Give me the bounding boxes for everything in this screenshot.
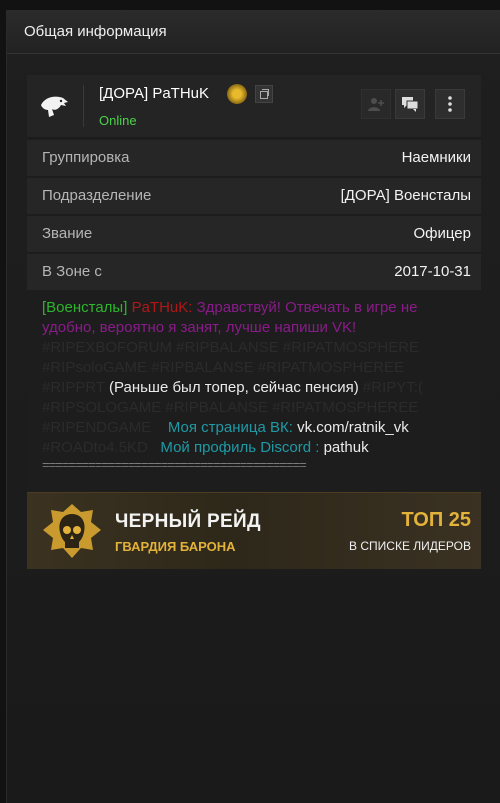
online-status: Online	[99, 113, 137, 128]
add-friend-icon	[368, 98, 384, 111]
info-row-zone-since: В Зоне с 2017-10-31	[27, 254, 481, 290]
player-card: [ДОРА] PaTHuK Online Группировка Наемник…	[27, 75, 481, 569]
raid-top-rank: ТОП 25	[401, 509, 471, 531]
row-value: Офицер	[413, 225, 472, 242]
clan-tag-text: [Военсталы]	[42, 299, 128, 316]
row-label: Звание	[42, 225, 93, 242]
hashtag-text: #RIPYT:(	[362, 379, 423, 396]
row-value: [ДОРА] Военсталы	[340, 187, 471, 204]
info-row-faction: Группировка Наемники	[27, 140, 481, 176]
more-icon	[448, 96, 452, 112]
about-line: [Военсталы] PaTHuK: Здравствуй! Отвечать…	[42, 298, 481, 318]
vk-value: vk.com/ratnik_vk	[297, 419, 409, 436]
general-info-panel: Общая информация [ДОРА] PaTHuK Online Гр…	[6, 10, 500, 803]
hashtag-line: #RIPsoloGAME #RIPBALANSE #RIPATMOSPHEREE	[42, 359, 405, 376]
hashtag-line: #RIPEXBOFORUM #RIPBALANSE #RIPATMOSPHERE	[42, 339, 420, 356]
chat-icon	[402, 97, 419, 112]
add-friend-button[interactable]	[361, 89, 391, 119]
more-options-button[interactable]	[435, 89, 465, 119]
text-divider: ========================================	[42, 457, 307, 472]
row-value: Наемники	[401, 149, 471, 166]
raid-subtitle: ГВАРДИЯ БАРОНА	[115, 539, 236, 554]
about-text: [Военсталы] PaTHuK: Здравствуй! Отвечать…	[27, 290, 481, 472]
raid-title: ЧЕРНЫЙ РЕЙД	[115, 511, 261, 532]
copy-icon[interactable]	[255, 85, 273, 103]
row-label: В Зоне с	[42, 263, 102, 280]
discord-label: Мой профиль Discord :	[160, 439, 320, 456]
skull-emblem-icon	[43, 504, 101, 558]
hashtag-line: #RIPSOLOGAME #RIPBALANSE #RIPATMOSPHEREE	[42, 399, 419, 416]
greeting-text: Здравствуй! Отвечать в игре не	[196, 299, 418, 316]
hashtag-text: #RIPPRT	[42, 379, 105, 396]
greeting-text-2: удобно, вероятно я занят, лучше напиши V…	[42, 319, 357, 336]
hashtag-text: #RIPENDGAME	[42, 419, 152, 436]
profile-divider	[83, 85, 84, 127]
discord-value: pathuk	[323, 439, 369, 456]
player-name-text: PaTHuK:	[131, 299, 193, 316]
panel-title: Общая информация	[7, 11, 500, 54]
row-label: Группировка	[42, 149, 130, 166]
rank-badge-icon	[227, 84, 247, 104]
row-value: 2017-10-31	[394, 263, 471, 280]
vk-label: Моя страница ВК:	[167, 419, 293, 436]
info-row-rank: Звание Офицер	[27, 216, 481, 252]
about-line: #RIPPRT (Раньше был топер, сейчас пенсия…	[42, 378, 481, 398]
raid-top-caption: В СПИСКЕ ЛИДЕРОВ	[349, 539, 471, 553]
eagle-clan-icon	[41, 96, 68, 117]
info-row-division: Подразделение [ДОРА] Военсталы	[27, 178, 481, 214]
chat-button[interactable]	[395, 89, 425, 119]
about-line: #RIPENDGAME Моя страница ВК: vk.com/ratn…	[42, 418, 481, 438]
player-username: [ДОРА] PaTHuK	[99, 85, 210, 102]
about-line: #ROADto4.5KD Мой профиль Discord : pathu…	[42, 438, 481, 458]
black-raid-banner: ЧЕРНЫЙ РЕЙД ГВАРДИЯ БАРОНА ТОП 25 В СПИС…	[27, 492, 481, 569]
note-text: (Раньше был топер, сейчас пенсия)	[108, 379, 359, 396]
row-label: Подразделение	[42, 187, 152, 204]
hashtag-text: #ROADto4.5KD	[42, 439, 148, 456]
profile-header: [ДОРА] PaTHuK Online	[27, 75, 481, 138]
